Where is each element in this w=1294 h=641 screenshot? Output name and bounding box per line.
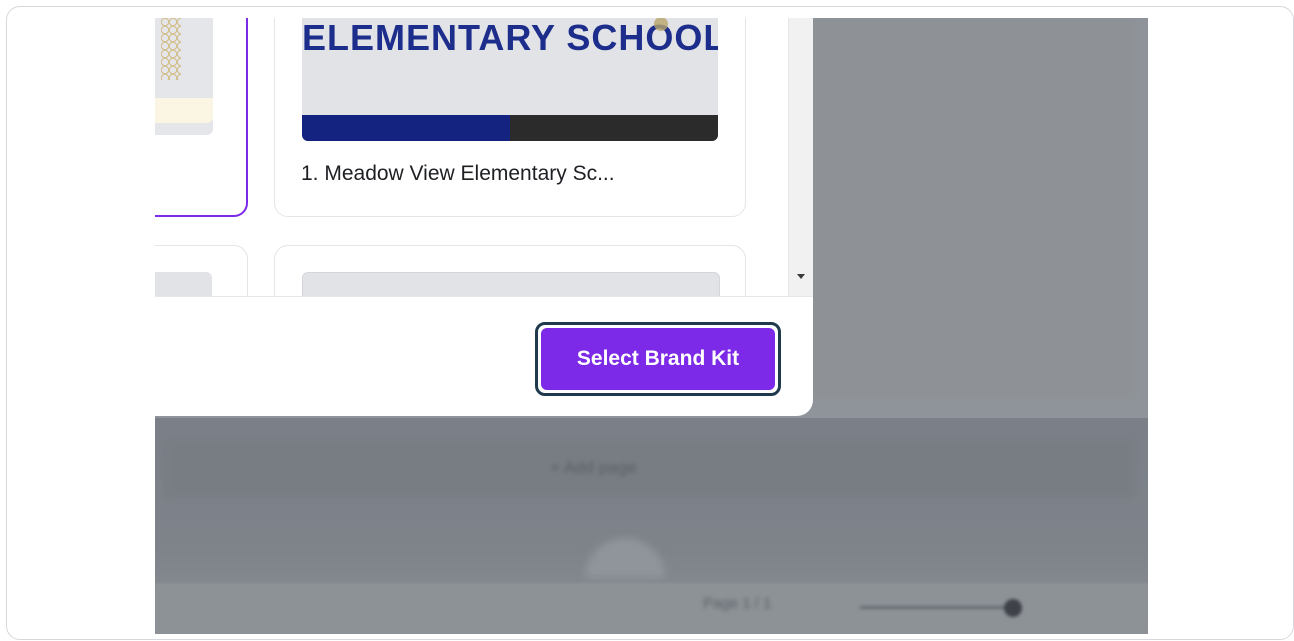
brand-kit-list[interactable]: ELEMENTARY SCHOOL 1. Meadow View Element… <box>155 18 788 296</box>
select-brand-kit-button[interactable]: Select Brand Kit <box>541 328 775 390</box>
dialog-footer-divider <box>155 296 813 297</box>
background-canvas-panel <box>805 18 1135 398</box>
zoom-slider-track <box>860 606 1010 609</box>
editor-viewport: + Add page Page 1 / 1 ELEMENTARY SCHOOL <box>155 18 1148 634</box>
thumbnail-color-strip <box>155 98 213 123</box>
thumbnail-color-bar <box>302 115 718 141</box>
brand-kit-dialog: ELEMENTARY SCHOOL 1. Meadow View Element… <box>155 18 813 416</box>
brand-kit-card-selected[interactable] <box>155 18 248 217</box>
brand-kit-name: 1. Meadow View Elementary Sc... <box>301 162 615 185</box>
brand-kit-thumbnail: ELEMENTARY SCHOOL <box>302 18 718 141</box>
page-indicator: Page 1 / 1 <box>703 595 772 612</box>
color-swatch-black <box>510 115 718 141</box>
screenshot-frame: + Add page Page 1 / 1 ELEMENTARY SCHOOL <box>6 6 1294 640</box>
brand-kit-card[interactable] <box>155 245 248 296</box>
brand-kit-thumbnail <box>302 272 720 296</box>
add-page-label: + Add page <box>550 458 637 477</box>
scrollbar[interactable] <box>788 18 813 296</box>
brand-kit-thumbnail <box>155 272 212 296</box>
scroll-down-arrow-icon[interactable] <box>797 274 805 279</box>
zoom-slider-knob <box>1004 599 1022 617</box>
brand-kit-thumbnail <box>155 18 213 135</box>
brand-kit-card[interactable]: ELEMENTARY SCHOOL 1. Meadow View Element… <box>274 18 746 217</box>
brand-kit-card[interactable] <box>274 245 746 296</box>
add-page-bar <box>163 438 1135 498</box>
color-swatch-navy <box>302 115 510 141</box>
pattern-decoration <box>161 18 181 80</box>
